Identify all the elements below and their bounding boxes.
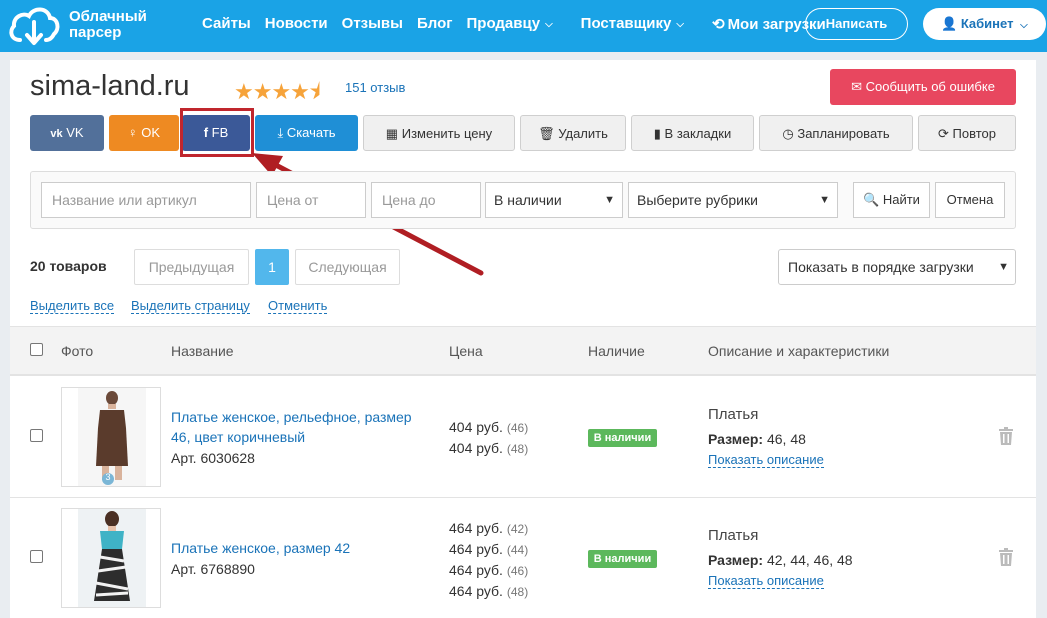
name-search-input[interactable]: Название или артикул [41,182,251,218]
find-label: Найти [882,192,920,207]
price-value: 464 руб. [449,562,503,578]
row-divider [10,497,1036,498]
price-item: 464 руб. (46) [449,560,528,581]
price-size: (46) [506,564,529,578]
price-from-input[interactable]: Цена от [256,182,366,218]
sort-select[interactable]: Показать в порядке загрузки ▼ [778,249,1016,285]
sizes-value: 42, 44, 46, 48 [766,552,853,568]
products-count: 20 товаров [30,258,107,274]
price-value: 404 руб. [449,440,503,456]
product-photo[interactable]: 3 [61,387,161,487]
cancel-filter-button[interactable]: Отмена [935,182,1005,218]
product-category: Платья [708,527,759,544]
sort-value: Показать в порядке загрузки [788,259,974,275]
price-value: 464 руб. [449,520,503,536]
product-sizes: Размер: 42, 44, 46, 48 [708,552,853,568]
price-size: (48) [506,442,529,456]
product-article: Арт. 6768890 [171,561,255,577]
trash-icon[interactable] [998,548,1014,566]
chevron-down-icon: ▼ [819,194,830,206]
column-price[interactable]: Цена [449,343,483,359]
chevron-down-icon: ▼ [604,194,615,206]
find-button[interactable]: 🔍 Найти [853,182,930,218]
category-select[interactable]: Выберите рубрики ▼ [628,182,838,218]
row-checkbox[interactable] [30,550,43,563]
price-value: 464 руб. [449,541,503,557]
category-value: Выберите рубрики [637,192,758,208]
sizes-label: Размер: [708,552,764,568]
product-sizes: Размер: 46, 48 [708,431,806,447]
chevron-down-icon: ▼ [998,261,1009,273]
price-list: 464 руб. (42) 464 руб. (44) 464 руб. (46… [449,518,528,602]
search-icon: 🔍 [863,192,880,207]
price-size: (48) [506,585,529,599]
select-all-checkbox[interactable] [30,343,43,356]
select-page-link[interactable]: Выделить страницу [131,298,250,314]
availability-value: В наличии [494,192,562,208]
status-badge: В наличии [588,429,657,447]
show-description-link[interactable]: Показать описание [708,573,824,589]
price-size: (46) [506,421,529,435]
sizes-value: 46, 48 [766,431,806,447]
prev-page-button[interactable]: Предыдущая [134,249,249,285]
dress-image [78,509,146,607]
column-name[interactable]: Название [171,343,234,359]
price-item: 404 руб. (46) [449,417,528,438]
show-description-link[interactable]: Показать описание [708,452,824,468]
price-size: (44) [506,543,529,557]
row-checkbox[interactable] [30,429,43,442]
price-value: 464 руб. [449,583,503,599]
price-item: 404 руб. (48) [449,438,528,459]
product-name-link[interactable]: Платье женское, рельефное, размер 46, цв… [171,407,431,447]
price-list: 404 руб. (46) 404 руб. (48) [449,417,528,459]
deselect-link[interactable]: Отменить [268,298,328,314]
product-category: Платья [708,406,759,423]
column-availability[interactable]: Наличие [588,343,645,359]
column-description[interactable]: Описание и характеристики [708,343,889,359]
product-name-link[interactable]: Платье женское, размер 42 [171,538,431,558]
page-1-button[interactable]: 1 [255,249,289,285]
column-photo[interactable]: Фото [61,343,93,359]
product-article: Арт. 6030628 [171,450,255,466]
product-photo[interactable] [61,508,161,608]
sizes-label: Размер: [708,431,764,447]
price-item: 464 руб. (42) [449,518,528,539]
price-value: 404 руб. [449,419,503,435]
next-page-button[interactable]: Следующая [295,249,400,285]
price-item: 464 руб. (44) [449,539,528,560]
status-badge: В наличии [588,550,657,568]
select-all-link[interactable]: Выделить все [30,298,115,314]
photo-count: 3 [105,472,111,482]
price-to-input[interactable]: Цена до [371,182,481,218]
availability-select[interactable]: В наличии ▼ [485,182,623,218]
price-size: (42) [506,522,529,536]
price-item: 464 руб. (48) [449,581,528,602]
trash-icon[interactable] [998,427,1014,445]
